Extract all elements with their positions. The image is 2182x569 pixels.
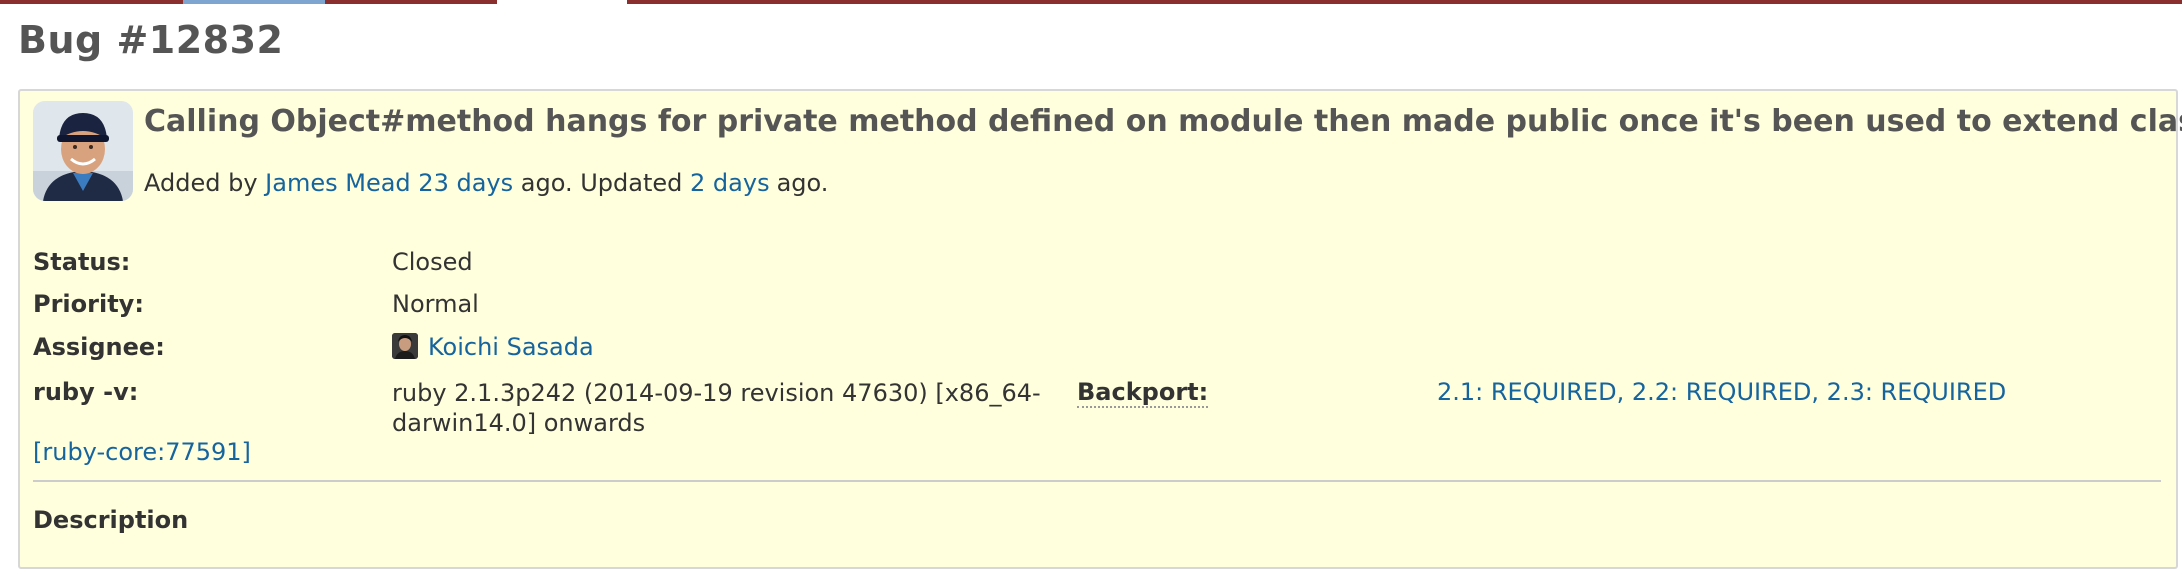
author-avatar [33,101,133,201]
updated-ago-link[interactable]: 2 days [690,169,770,197]
description-heading: Description [33,506,189,534]
author-line: Added by James Mead 23 days ago. Updated… [144,169,828,197]
ruby-version-value: ruby 2.1.3p242 (2014-09-19 revision 4763… [392,379,1041,437]
top-tab-strip [0,0,2182,5]
status-label: Status: [33,248,131,276]
issue-subject: Calling Object#method hangs for private … [144,104,2182,139]
priority-value: Normal [392,290,479,318]
tab-indicator-active[interactable] [183,0,325,4]
page-title: Bug #12832 [18,18,284,62]
backport-value-link[interactable]: 2.1: REQUIRED, 2.2: REQUIRED, 2.3: REQUI… [1437,378,2006,406]
assignee-avatar [392,333,418,359]
created-ago-link[interactable]: 23 days [418,169,513,197]
issue-details: Calling Object#method hangs for private … [18,89,2182,569]
tab-indicator [627,0,2182,4]
author-avatar-image [33,101,133,201]
author-link[interactable]: James Mead [265,169,410,197]
ruby-core-reference-link[interactable]: [ruby-core:77591] [33,438,251,466]
assignee-link[interactable]: Koichi Sasada [428,333,594,361]
assignee-avatar-image [392,333,418,359]
tab-indicator-selected[interactable] [497,0,627,4]
assignee-value: Koichi Sasada [392,333,594,361]
tab-indicator[interactable] [325,0,497,4]
priority-label: Priority: [33,290,144,318]
updated-suffix: ago. [776,169,829,197]
assignee-label: Assignee: [33,333,165,361]
status-value: Closed [392,248,473,276]
created-suffix: ago. Updated [520,169,683,197]
section-divider [33,480,2161,482]
tab-indicator[interactable] [0,0,183,4]
ruby-version-label: ruby -v: [33,378,139,406]
author-prefix: Added by [144,169,258,197]
backport-label: Backport: [1077,378,1209,408]
